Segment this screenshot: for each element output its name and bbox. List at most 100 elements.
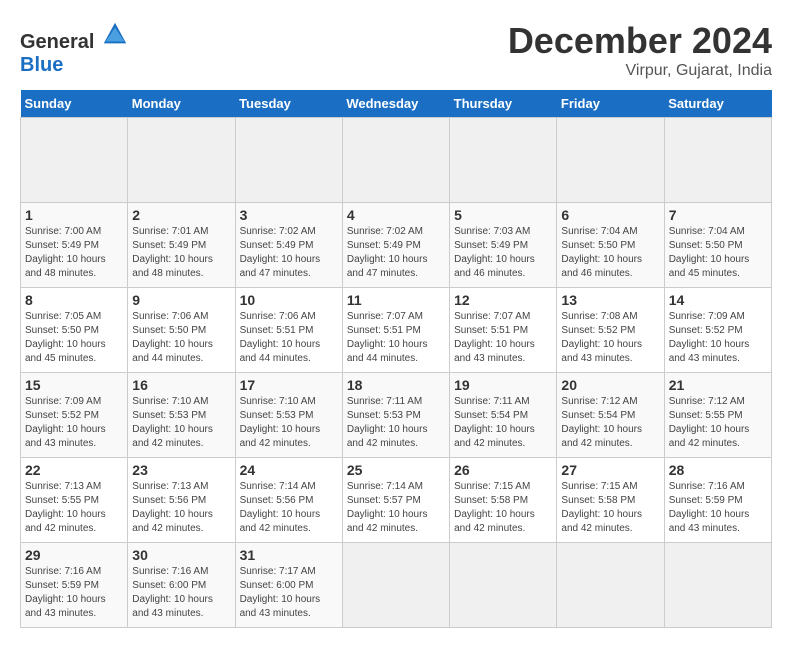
day-number: 28	[669, 462, 767, 478]
day-info: Sunrise: 7:01 AMSunset: 5:49 PMDaylight:…	[132, 225, 230, 281]
calendar-week-row: 8 Sunrise: 7:05 AMSunset: 5:50 PMDaylight…	[21, 288, 772, 373]
calendar-day-cell	[557, 118, 664, 203]
calendar-day-cell: 7 Sunrise: 7:04 AMSunset: 5:50 PMDaylight…	[664, 203, 771, 288]
calendar-day-cell: 19 Sunrise: 7:11 AMSunset: 5:54 PMDayligh…	[450, 373, 557, 458]
day-number: 16	[132, 377, 230, 393]
calendar-day-cell	[128, 118, 235, 203]
calendar-day-cell: 12Sunrise: 7:07 AMSunset: 5:51 PMDayligh…	[450, 288, 557, 373]
calendar-day-cell: 5Sunrise: 7:03 AMSunset: 5:49 PMDaylight…	[450, 203, 557, 288]
calendar-day-cell	[450, 118, 557, 203]
day-number: 4	[347, 207, 445, 223]
calendar-day-cell: 23Sunrise: 7:13 AMSunset: 5:56 PMDayligh…	[128, 458, 235, 543]
day-info: Sunrise: 7:10 AMSunset: 5:53 PMDaylight:…	[132, 395, 230, 451]
day-number: 2	[132, 207, 230, 223]
calendar-day-cell: 10Sunrise: 7:06 AMSunset: 5:51 PMDayligh…	[235, 288, 342, 373]
calendar-day-cell: 3 Sunrise: 7:02 AMSunset: 5:49 PMDaylight…	[235, 203, 342, 288]
weekday-header: Sunday	[21, 90, 128, 118]
day-info: Sunrise: 7:06 AMSunset: 5:50 PMDaylight:…	[132, 310, 230, 366]
day-number: 8	[25, 292, 123, 308]
weekday-header: Monday	[128, 90, 235, 118]
calendar-day-cell: 15Sunrise: 7:09 AMSunset: 5:52 PMDayligh…	[21, 373, 128, 458]
day-number: 31	[240, 547, 338, 563]
calendar-day-cell: 29Sunrise: 7:16 AMSunset: 5:59 PMDayligh…	[21, 543, 128, 628]
calendar-day-cell: 16 Sunrise: 7:10 AMSunset: 5:53 PMDayligh…	[128, 373, 235, 458]
day-number: 15	[25, 377, 123, 393]
day-number: 7	[669, 207, 767, 223]
day-number: 3	[240, 207, 338, 223]
day-info: Sunrise: 7:15 AMSunset: 5:58 PMDaylight:…	[561, 480, 659, 536]
day-number: 12	[454, 292, 552, 308]
day-info: Sunrise: 7:12 AMSunset: 5:55 PMDaylight:…	[669, 395, 767, 451]
calendar-day-cell: 31 Sunrise: 7:17 AMSunset: 6:00 PMDayligh…	[235, 543, 342, 628]
day-info: Sunrise: 7:05 AMSunset: 5:50 PMDaylight:…	[25, 310, 123, 366]
calendar-day-cell: 18 Sunrise: 7:11 AMSunset: 5:53 PMDayligh…	[342, 373, 449, 458]
calendar-day-cell	[557, 543, 664, 628]
calendar-day-cell: 27 Sunrise: 7:15 AMSunset: 5:58 PMDayligh…	[557, 458, 664, 543]
weekday-header: Tuesday	[235, 90, 342, 118]
day-info: Sunrise: 7:11 AMSunset: 5:53 PMDaylight:…	[347, 395, 445, 451]
day-info: Sunrise: 7:07 AMSunset: 5:51 PMDaylight:…	[347, 310, 445, 366]
calendar-day-cell: 2 Sunrise: 7:01 AMSunset: 5:49 PMDaylight…	[128, 203, 235, 288]
day-number: 9	[132, 292, 230, 308]
calendar-day-cell: 22 Sunrise: 7:13 AMSunset: 5:55 PMDayligh…	[21, 458, 128, 543]
calendar-table: SundayMondayTuesdayWednesdayThursdayFrid…	[20, 90, 772, 628]
day-info: Sunrise: 7:06 AMSunset: 5:51 PMDaylight:…	[240, 310, 338, 366]
calendar-week-row: 15Sunrise: 7:09 AMSunset: 5:52 PMDayligh…	[21, 373, 772, 458]
day-info: Sunrise: 7:14 AMSunset: 5:57 PMDaylight:…	[347, 480, 445, 536]
calendar-day-cell: 20Sunrise: 7:12 AMSunset: 5:54 PMDayligh…	[557, 373, 664, 458]
day-number: 21	[669, 377, 767, 393]
day-number: 1	[25, 207, 123, 223]
weekday-header: Wednesday	[342, 90, 449, 118]
day-info: Sunrise: 7:17 AMSunset: 6:00 PMDaylight:…	[240, 565, 338, 621]
logo-blue: Blue	[20, 54, 63, 76]
day-number: 30	[132, 547, 230, 563]
location: Virpur, Gujarat, India	[508, 62, 772, 80]
calendar-header-row: SundayMondayTuesdayWednesdayThursdayFrid…	[21, 90, 772, 118]
day-info: Sunrise: 7:11 AMSunset: 5:54 PMDaylight:…	[454, 395, 552, 451]
logo-text: General Blue	[20, 20, 129, 77]
calendar-week-row	[21, 118, 772, 203]
day-number: 22	[25, 462, 123, 478]
weekday-header: Thursday	[450, 90, 557, 118]
day-info: Sunrise: 7:15 AMSunset: 5:58 PMDaylight:…	[454, 480, 552, 536]
calendar-day-cell	[664, 118, 771, 203]
day-number: 5	[454, 207, 552, 223]
day-info: Sunrise: 7:02 AMSunset: 5:49 PMDaylight:…	[347, 225, 445, 281]
day-info: Sunrise: 7:13 AMSunset: 5:55 PMDaylight:…	[25, 480, 123, 536]
calendar-day-cell: 1 Sunrise: 7:00 AMSunset: 5:49 PMDaylight…	[21, 203, 128, 288]
calendar-day-cell: 28Sunrise: 7:16 AMSunset: 5:59 PMDayligh…	[664, 458, 771, 543]
calendar-day-cell	[450, 543, 557, 628]
month-title: December 2024	[508, 20, 772, 62]
day-number: 18	[347, 377, 445, 393]
day-number: 19	[454, 377, 552, 393]
calendar-week-row: 22 Sunrise: 7:13 AMSunset: 5:55 PMDayligh…	[21, 458, 772, 543]
calendar-day-cell: 4 Sunrise: 7:02 AMSunset: 5:49 PMDaylight…	[342, 203, 449, 288]
day-info: Sunrise: 7:04 AMSunset: 5:50 PMDaylight:…	[561, 225, 659, 281]
day-number: 27	[561, 462, 659, 478]
day-info: Sunrise: 7:10 AMSunset: 5:53 PMDaylight:…	[240, 395, 338, 451]
calendar-day-cell: 11Sunrise: 7:07 AMSunset: 5:51 PMDayligh…	[342, 288, 449, 373]
calendar-day-cell	[235, 118, 342, 203]
day-info: Sunrise: 7:09 AMSunset: 5:52 PMDaylight:…	[669, 310, 767, 366]
calendar-day-cell	[342, 543, 449, 628]
calendar-day-cell: 8 Sunrise: 7:05 AMSunset: 5:50 PMDaylight…	[21, 288, 128, 373]
day-info: Sunrise: 7:00 AMSunset: 5:49 PMDaylight:…	[25, 225, 123, 281]
day-info: Sunrise: 7:04 AMSunset: 5:50 PMDaylight:…	[669, 225, 767, 281]
calendar-day-cell	[342, 118, 449, 203]
day-info: Sunrise: 7:16 AMSunset: 5:59 PMDaylight:…	[25, 565, 123, 621]
day-info: Sunrise: 7:16 AMSunset: 6:00 PMDaylight:…	[132, 565, 230, 621]
calendar-day-cell: 25 Sunrise: 7:14 AMSunset: 5:57 PMDayligh…	[342, 458, 449, 543]
day-info: Sunrise: 7:02 AMSunset: 5:49 PMDaylight:…	[240, 225, 338, 281]
calendar-week-row: 29Sunrise: 7:16 AMSunset: 5:59 PMDayligh…	[21, 543, 772, 628]
weekday-header: Saturday	[664, 90, 771, 118]
logo: General Blue	[20, 20, 129, 77]
day-info: Sunrise: 7:13 AMSunset: 5:56 PMDaylight:…	[132, 480, 230, 536]
calendar-day-cell	[664, 543, 771, 628]
calendar-week-row: 1 Sunrise: 7:00 AMSunset: 5:49 PMDaylight…	[21, 203, 772, 288]
calendar-day-cell: 13Sunrise: 7:08 AMSunset: 5:52 PMDayligh…	[557, 288, 664, 373]
calendar-day-cell: 6Sunrise: 7:04 AMSunset: 5:50 PMDaylight…	[557, 203, 664, 288]
page-header: General Blue December 2024 Virpur, Gujar…	[20, 20, 772, 80]
calendar-day-cell: 17Sunrise: 7:10 AMSunset: 5:53 PMDayligh…	[235, 373, 342, 458]
day-number: 25	[347, 462, 445, 478]
calendar-day-cell: 9 Sunrise: 7:06 AMSunset: 5:50 PMDaylight…	[128, 288, 235, 373]
